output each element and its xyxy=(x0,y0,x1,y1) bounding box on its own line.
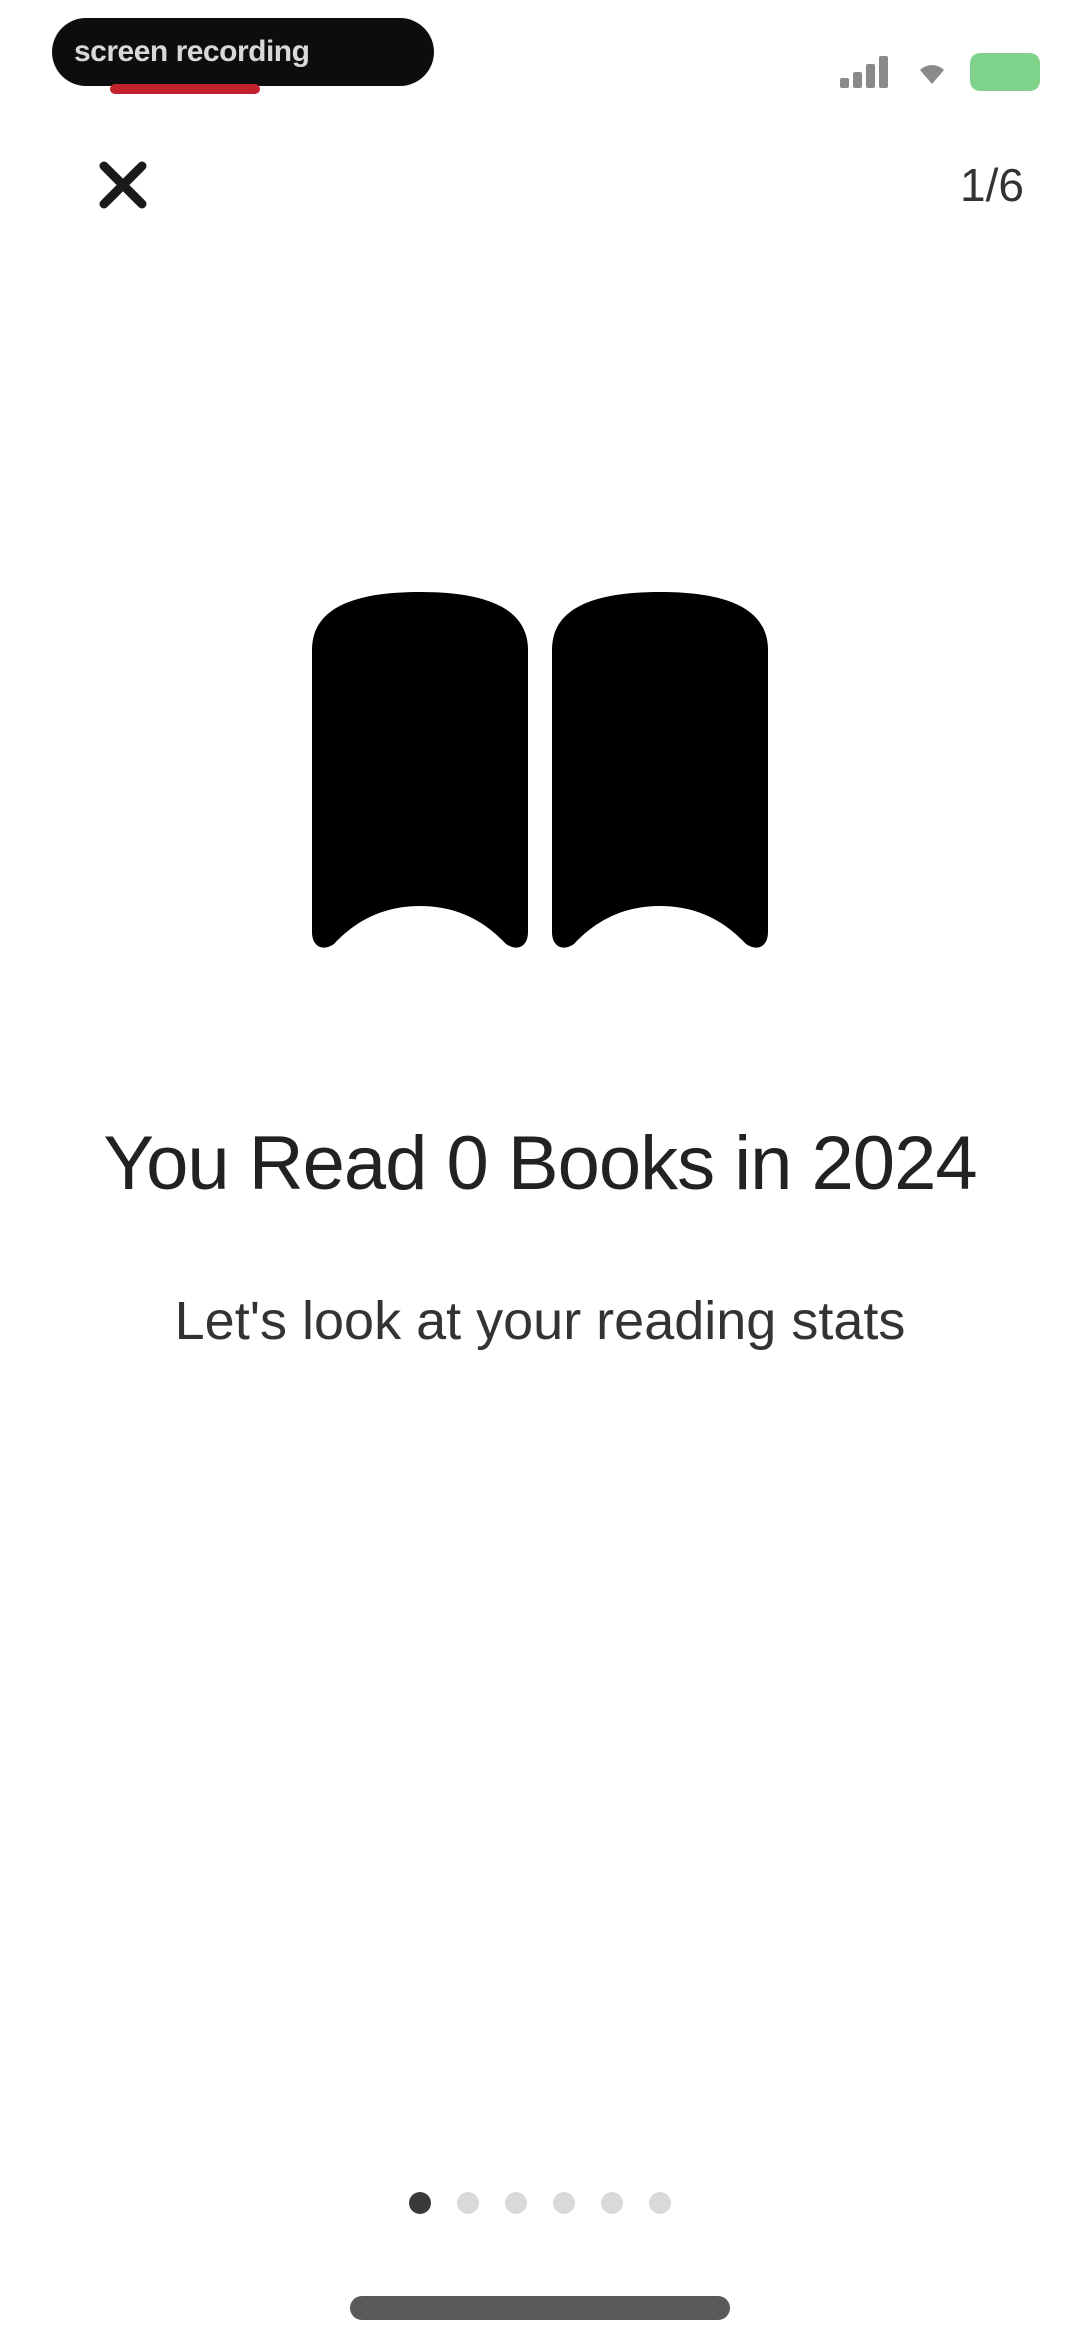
page-indicator xyxy=(0,2192,1080,2214)
page-dot-3[interactable] xyxy=(505,2192,527,2214)
page-dot-4[interactable] xyxy=(553,2192,575,2214)
status-pill-text: screen recording xyxy=(74,35,310,68)
wifi-icon xyxy=(912,54,952,90)
status-icons xyxy=(840,44,1040,100)
subtitle: Let's look at your reading stats xyxy=(174,1291,906,1351)
page-dot-6[interactable] xyxy=(649,2192,671,2214)
battery-icon xyxy=(970,53,1040,91)
open-book-icon xyxy=(312,592,768,948)
close-button[interactable] xyxy=(88,150,158,220)
page-counter: 1/6 xyxy=(960,159,1024,211)
page-dot-2[interactable] xyxy=(457,2192,479,2214)
page-dot-5[interactable] xyxy=(601,2192,623,2214)
recording-indicator-bar xyxy=(110,84,260,94)
headline: You Read 0 Books in 2024 xyxy=(103,1121,977,1206)
screen-recording-pill[interactable]: screen recording xyxy=(52,18,434,86)
reading-recap-screen: screen recording 1/6 You Read 0 Books in… xyxy=(0,0,1080,2336)
signal-bars-icon xyxy=(840,50,894,94)
page-dot-1[interactable] xyxy=(409,2192,431,2214)
home-indicator[interactable] xyxy=(350,2296,730,2320)
close-icon xyxy=(99,161,147,209)
